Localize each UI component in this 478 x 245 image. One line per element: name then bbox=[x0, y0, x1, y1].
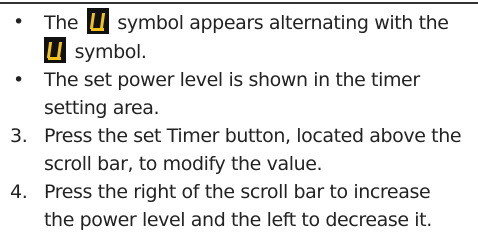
item-4-line-1-text: Press the right of the scroll bar to inc… bbox=[44, 181, 431, 203]
list-item-3-line-1: 3. Press the set Timer button, located a… bbox=[0, 122, 478, 150]
step-number: 4. bbox=[10, 181, 28, 203]
display-symbol-icon bbox=[44, 37, 66, 63]
list-item-2-line-2: setting area. bbox=[0, 94, 478, 122]
list-item-4-line-1: 4. Press the right of the scroll bar to … bbox=[0, 178, 478, 206]
top-divider bbox=[0, 2, 478, 4]
step-number: 3. bbox=[10, 125, 28, 147]
item-3-line-1-text: Press the set Timer button, located abov… bbox=[44, 125, 462, 147]
display-symbol-icon bbox=[86, 8, 109, 34]
item-1-continuation-text: symbol. bbox=[74, 41, 147, 63]
instruction-list: • The symbol appears alternating with th… bbox=[0, 8, 478, 234]
list-item-3-line-2: scroll bar, to modify the value. bbox=[0, 150, 478, 178]
item-1-text-after-symbol: symbol appears alternating with the bbox=[117, 12, 449, 34]
item-2-line-2-text: setting area. bbox=[44, 97, 160, 119]
bullet-marker: • bbox=[13, 69, 24, 91]
item-4-line-2-text: the power level and the left to decrease… bbox=[44, 209, 432, 231]
item-3-line-2-text: scroll bar, to modify the value. bbox=[44, 153, 323, 175]
item-1-text-before-symbol: The bbox=[44, 12, 79, 34]
item-2-line-1-text: The set power level is shown in the time… bbox=[44, 69, 420, 91]
list-item-1-line-1: • The symbol appears alternating with th… bbox=[0, 8, 478, 37]
list-item-4-line-2: the power level and the left to decrease… bbox=[0, 206, 478, 234]
list-item-2-line-1: • The set power level is shown in the ti… bbox=[0, 66, 478, 94]
bullet-marker: • bbox=[13, 11, 24, 33]
list-item-1-line-2: symbol. bbox=[0, 37, 478, 66]
